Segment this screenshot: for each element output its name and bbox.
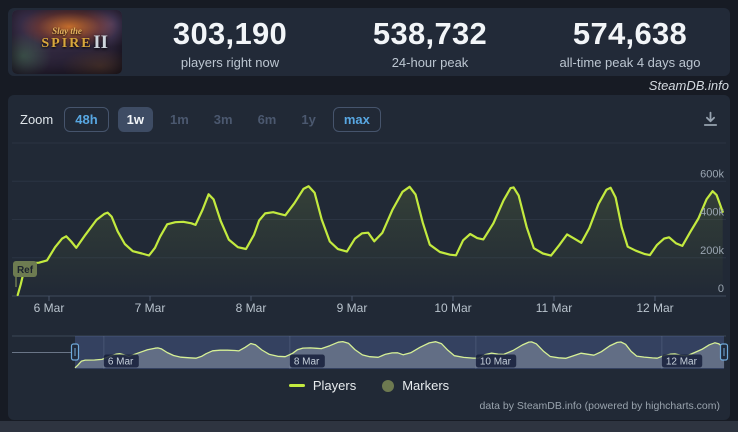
legend-item-markers[interactable]: Markers xyxy=(382,378,449,393)
chart-credits[interactable]: data by SteamDB.info (powered by highcha… xyxy=(480,400,720,412)
chart-legend: Players Markers xyxy=(8,378,730,393)
zoom-button-3m: 3m xyxy=(206,108,241,131)
stat-alltime-peak-value: 574,638 xyxy=(573,16,687,52)
stat-alltime-peak: 574,638 all-time peak 4 days ago xyxy=(530,8,730,76)
legend-item-players[interactable]: Players xyxy=(289,378,356,393)
download-chart-button[interactable] xyxy=(701,110,720,129)
zoom-button-48h[interactable]: 48h xyxy=(64,107,108,132)
player-stats: 303,190 players right now 538,732 24-hou… xyxy=(130,8,730,76)
x-axis-label: 7 Mar xyxy=(135,301,166,315)
zoom-buttons-group: 48h 1w 1m 3m 6m 1y max xyxy=(64,107,381,132)
x-axis-label: 6 Mar xyxy=(34,301,65,315)
stat-24h-peak-value: 538,732 xyxy=(373,16,487,52)
x-axis: 6 Mar 7 Mar 8 Mar 9 Mar 10 Mar 11 Mar 12 Mar xyxy=(34,296,674,315)
zoom-button-1y: 1y xyxy=(293,108,323,131)
x-axis-label: 12 Mar xyxy=(636,301,673,315)
chart-card: Zoom 48h 1w 1m 3m 6m 1y max Ref 6 Mar 7 Mar 8 Ma… xyxy=(8,95,730,420)
navigator-left-handle[interactable] xyxy=(72,344,79,360)
navigator-axis-label: 6 Mar xyxy=(108,357,134,368)
stat-24h-peak-label: 24-hour peak xyxy=(392,55,469,70)
y-axis-label: 0 xyxy=(718,283,724,295)
bottom-strip xyxy=(0,421,738,432)
download-icon xyxy=(701,110,720,129)
zoom-button-6m: 6m xyxy=(250,108,285,131)
x-axis-label: 8 Mar xyxy=(236,301,267,315)
legend-label: Markers xyxy=(402,378,449,393)
y-axis-label: 400k xyxy=(700,207,724,219)
x-axis-label: 11 Mar xyxy=(536,301,572,315)
y-axis-label: 200k xyxy=(700,245,724,257)
header-card: Slay the SPIRE II 303,190 players right … xyxy=(8,8,730,76)
navigator-axis-label: 8 Mar xyxy=(294,357,320,368)
steamdb-watermark: SteamDB.info xyxy=(649,78,729,93)
navigator-axis-label: 10 Mar xyxy=(480,357,512,368)
y-axis-label: 600k xyxy=(700,168,724,180)
zoom-button-max[interactable]: max xyxy=(333,107,381,132)
x-axis-label: 9 Mar xyxy=(337,301,368,315)
legend-circle-swatch xyxy=(382,380,394,392)
ref-flag-label: Ref xyxy=(17,265,34,276)
zoom-range-label: Zoom xyxy=(20,112,53,127)
stat-24h-peak: 538,732 24-hour peak xyxy=(330,8,530,76)
stat-current-players-label: players right now xyxy=(181,55,279,70)
navigator-right-handle[interactable] xyxy=(721,344,728,360)
stat-alltime-peak-label: all-time peak 4 days ago xyxy=(560,55,701,70)
chart-toolbar: Zoom 48h 1w 1m 3m 6m 1y max xyxy=(20,104,720,134)
stat-current-players-value: 303,190 xyxy=(173,16,287,52)
stat-current-players: 303,190 players right now xyxy=(130,8,330,76)
zoom-button-1m: 1m xyxy=(162,108,197,131)
capsule-title-numeral: II xyxy=(93,32,108,54)
game-capsule-image[interactable]: Slay the SPIRE II xyxy=(12,10,122,74)
steamdb-player-chart-page: Slay the SPIRE II 303,190 players right … xyxy=(0,0,738,432)
navigator-axis-label: 12 Mar xyxy=(666,357,698,368)
player-count-chart[interactable]: Ref 6 Mar 7 Mar 8 Mar 9 Mar 10 Mar 11 Mar 12 M… xyxy=(8,95,730,420)
legend-line-swatch xyxy=(289,384,305,387)
legend-label: Players xyxy=(313,378,356,393)
zoom-button-1w[interactable]: 1w xyxy=(118,107,153,132)
navigator[interactable]: 6 Mar 8 Mar 10 Mar 12 Mar xyxy=(12,336,728,369)
x-axis-label: 10 Mar xyxy=(434,301,471,315)
